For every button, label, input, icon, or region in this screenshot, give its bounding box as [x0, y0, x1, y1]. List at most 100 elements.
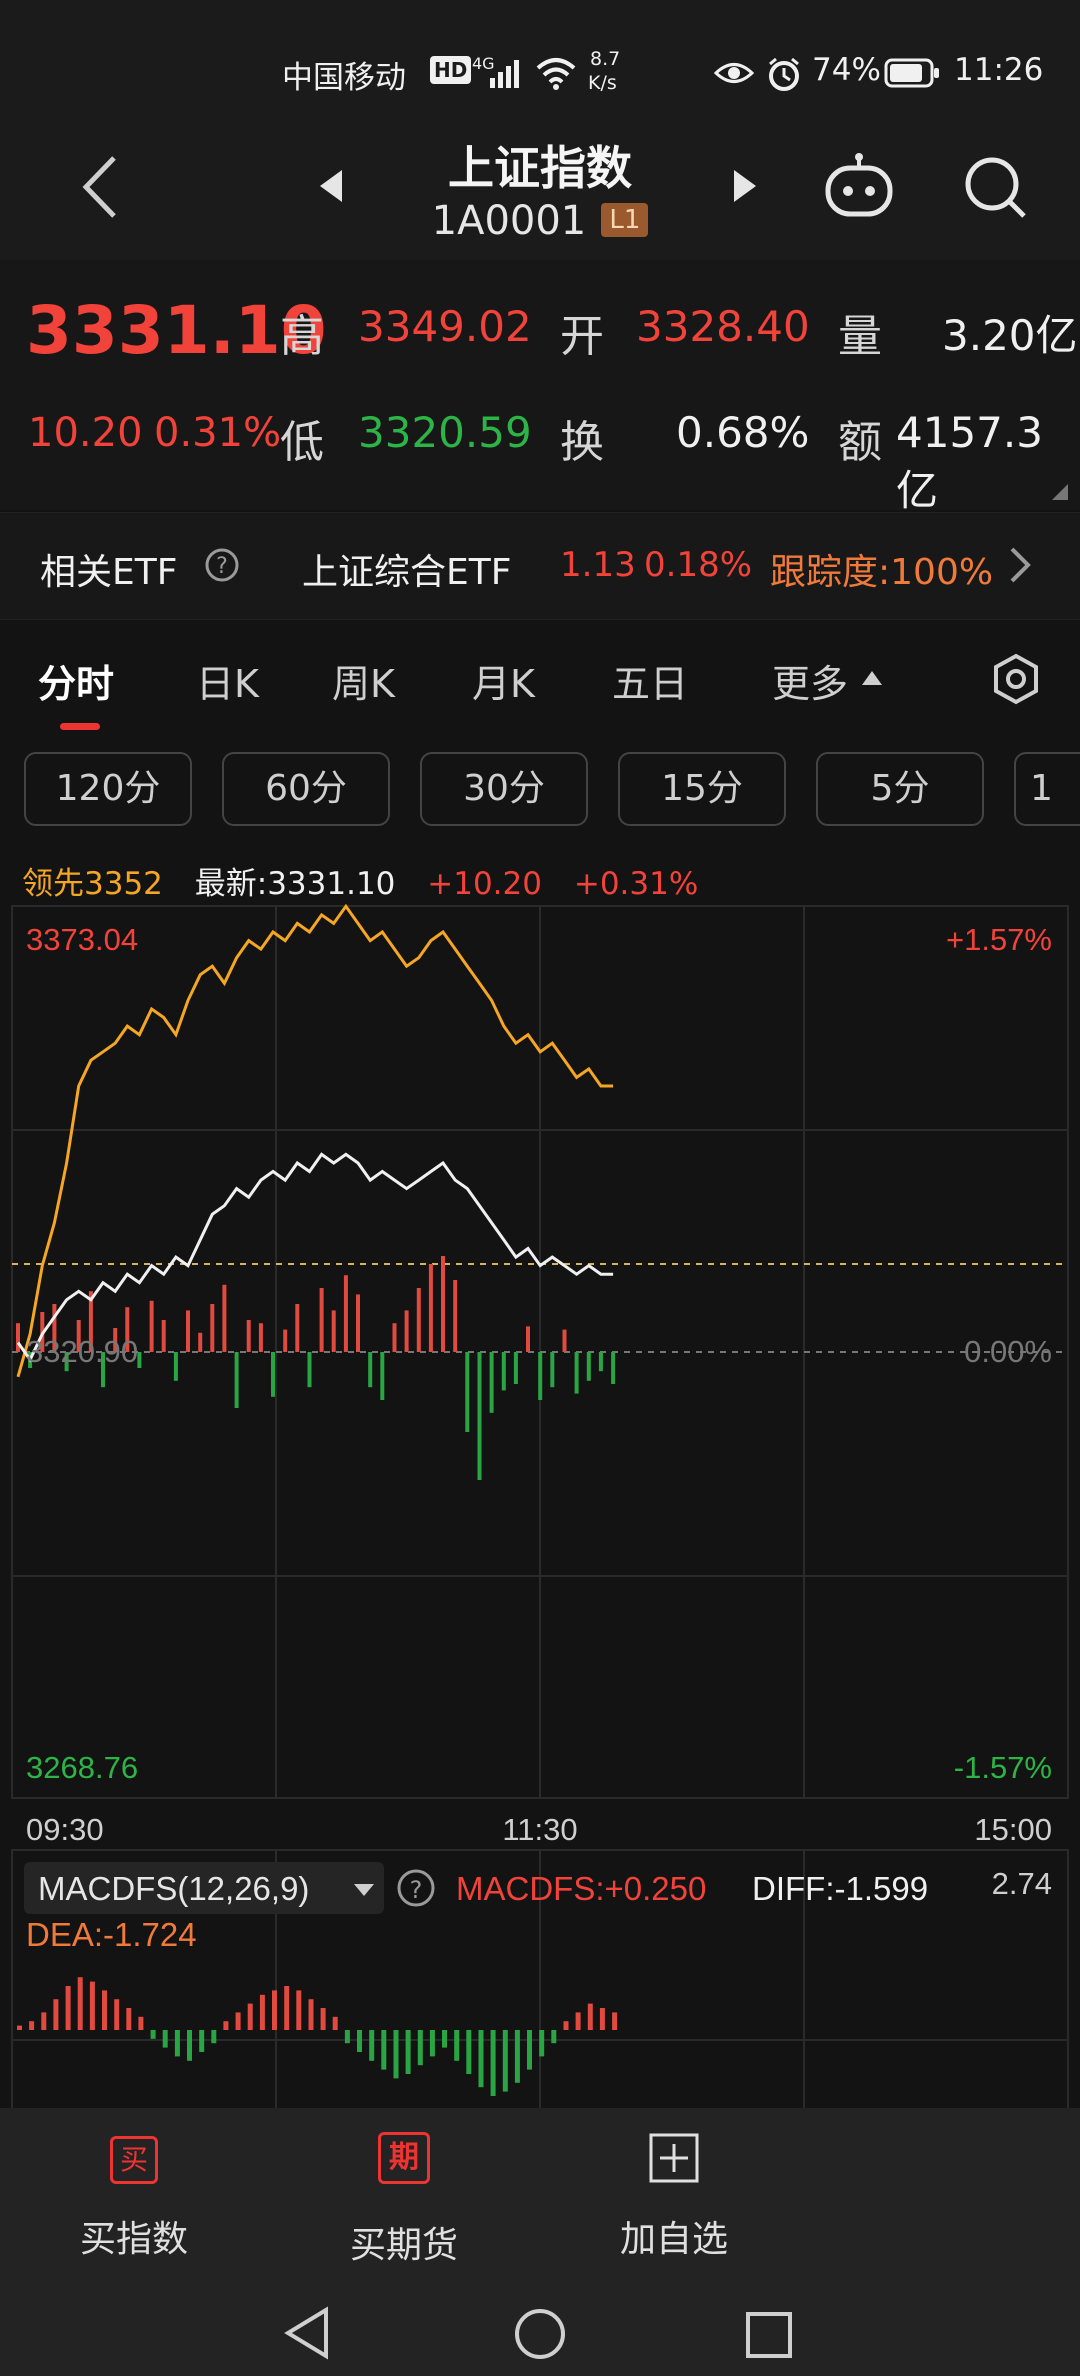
- volume-bar: [331, 1310, 336, 1352]
- volume-bar: [173, 1352, 178, 1381]
- volume-bar: [416, 1288, 421, 1352]
- dea-value: DEA:-1.724: [26, 1916, 197, 1953]
- open-label: 开: [560, 311, 604, 362]
- volume-bar: [562, 1329, 567, 1352]
- volume-bar: [611, 1352, 616, 1384]
- related-etf-row[interactable]: 相关ETF ? 上证综合ETF 1.13 0.18% 跟踪度:100%: [0, 512, 1080, 620]
- period-60min[interactable]: 60分: [222, 752, 390, 826]
- diff-value: DIFF:-1.599: [752, 1870, 928, 1907]
- battery-percent: 74%: [812, 52, 881, 88]
- volume-bar: [271, 1352, 275, 1397]
- buy-futures-icon[interactable]: 期: [378, 2132, 430, 2184]
- period-15min[interactable]: 15分: [618, 752, 786, 826]
- chevron-right-icon[interactable]: [1008, 545, 1034, 585]
- macd-bar: [17, 2025, 22, 2030]
- search-icon[interactable]: [962, 154, 1028, 220]
- system-recents-icon[interactable]: [744, 2310, 794, 2360]
- low-label: 低: [280, 417, 324, 468]
- turnover-value: 0.68%: [676, 408, 810, 457]
- period-30min[interactable]: 30分: [420, 752, 588, 826]
- volume-bar: [526, 1326, 530, 1352]
- caret-up-icon[interactable]: [860, 667, 884, 687]
- macd-name[interactable]: MACDFS(12,26,9): [38, 1870, 309, 1907]
- amount-label: 额: [838, 417, 882, 468]
- robot-assistant-icon[interactable]: [822, 152, 896, 222]
- macd-bar: [41, 2012, 47, 2030]
- eye-icon: [714, 63, 754, 83]
- macd-bar: [77, 1977, 83, 2030]
- buy-index-icon[interactable]: 买: [110, 2136, 158, 2184]
- volume-bar: [222, 1284, 227, 1352]
- etf-label: 相关ETF: [40, 552, 178, 593]
- macd-bar: [162, 2030, 168, 2048]
- turnover-label: 换: [560, 417, 604, 468]
- level-badge: L1: [601, 203, 649, 237]
- period-120min[interactable]: 120分: [24, 752, 192, 826]
- volume-bar: [428, 1264, 433, 1352]
- buy-futures-button[interactable]: 买期货: [304, 2216, 504, 2268]
- macd-bar: [344, 2030, 350, 2044]
- series-line-1: [16, 1152, 614, 1363]
- tab-daily-k[interactable]: 日K: [196, 653, 259, 708]
- volume-bar: [343, 1275, 348, 1352]
- macd-bar: [539, 2030, 545, 2057]
- macd-bar: [478, 2030, 484, 2088]
- price-change-pct: 0.31%: [154, 410, 282, 456]
- volume-bar: [598, 1352, 603, 1372]
- x-tick-end: 15:00: [974, 1812, 1052, 1847]
- high-label: 高: [280, 311, 324, 362]
- wifi-icon: [536, 58, 576, 90]
- macd-bar: [138, 2016, 144, 2030]
- period-5min[interactable]: 5分: [816, 752, 984, 826]
- intraday-chart[interactable]: 3373.04 +1.57% 3320.90 0.00% 3268.76 -1.…: [0, 900, 1080, 2110]
- settings-hexagon-icon[interactable]: [990, 653, 1042, 705]
- hd-badge: HD: [430, 56, 472, 84]
- volume-bar: [586, 1352, 591, 1381]
- macd-bar: [551, 2030, 557, 2044]
- macd-bar: [89, 1981, 95, 2030]
- tab-intraday[interactable]: 分时: [38, 653, 114, 708]
- carrier-name: 中国移动: [282, 60, 406, 96]
- volume-label: 量: [838, 311, 882, 362]
- next-stock-icon[interactable]: [730, 166, 760, 206]
- period-1min[interactable]: 1: [1014, 752, 1080, 826]
- pct-zero-label: 0.00%: [964, 1334, 1052, 1369]
- svg-text:?: ?: [216, 554, 228, 579]
- etf-name: 上证综合ETF: [302, 552, 512, 593]
- volume-bar: [392, 1323, 397, 1352]
- macd-bar: [199, 2030, 205, 2052]
- volume-bar: [234, 1352, 239, 1408]
- volume-bar: [210, 1304, 215, 1352]
- system-back-icon[interactable]: [282, 2306, 332, 2360]
- tab-monthly-k[interactable]: 月K: [472, 653, 535, 708]
- macd-bar: [29, 2021, 35, 2030]
- volume-bar: [356, 1294, 360, 1352]
- expand-corner-icon[interactable]: [1050, 482, 1070, 502]
- macd-bar: [259, 1994, 265, 2030]
- volume-bar: [319, 1288, 324, 1352]
- volume-bar: [453, 1280, 458, 1352]
- buy-index-button[interactable]: 买指数: [34, 2210, 234, 2262]
- add-watchlist-icon[interactable]: [648, 2132, 700, 2184]
- top-nav: 上证指数 1A0001 L1: [0, 110, 1080, 260]
- macd-bars: [17, 1977, 618, 2096]
- volume-bar: [161, 1320, 166, 1352]
- chart-legend: 领先3352 最新:3331.10 +10.20 +0.31%: [22, 858, 698, 903]
- macd-bar: [405, 2030, 411, 2074]
- system-home-icon[interactable]: [512, 2306, 568, 2362]
- macd-bar: [332, 2016, 338, 2030]
- macd-bar: [150, 2030, 156, 2039]
- stock-code: 1A0001: [431, 198, 587, 244]
- volume-bar: [538, 1352, 543, 1400]
- etf-price: 1.13: [560, 545, 636, 585]
- tab-weekly-k[interactable]: 周K: [332, 653, 395, 708]
- speed-unit: K/s: [588, 72, 617, 94]
- add-watchlist-button[interactable]: 加自选: [574, 2210, 774, 2262]
- macd-scale: 2.74: [992, 1866, 1052, 1901]
- macd-bar: [490, 2030, 496, 2096]
- macd-bar: [53, 1999, 59, 2030]
- macd-bar: [527, 2030, 532, 2070]
- help-icon[interactable]: ?: [204, 547, 240, 583]
- tab-more[interactable]: 更多: [772, 653, 848, 708]
- tab-five-day[interactable]: 五日: [612, 653, 688, 708]
